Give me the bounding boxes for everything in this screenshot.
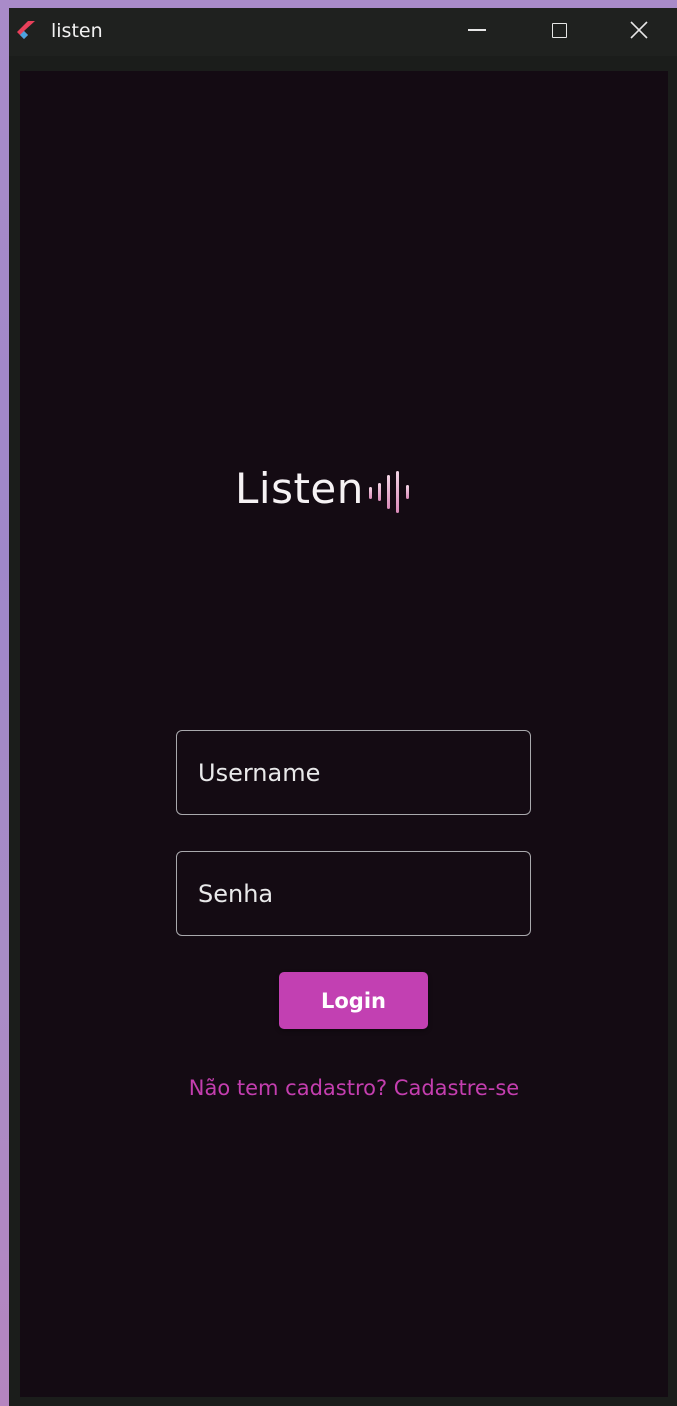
audio-wave-icon	[368, 471, 409, 513]
window-title: listen	[51, 20, 103, 42]
minimize-icon	[468, 29, 486, 31]
app-window: listen Listen Username Login Não tem cad…	[9, 8, 677, 1406]
maximize-icon	[551, 22, 567, 38]
flutter-logo-icon	[17, 21, 35, 39]
title-bar[interactable]: listen	[9, 8, 677, 56]
logo-text: Listen	[235, 464, 364, 513]
app-logo: Listen	[235, 449, 423, 529]
minimize-button[interactable]	[437, 8, 517, 52]
signup-link[interactable]: Não tem cadastro? Cadastre-se	[20, 1076, 677, 1100]
login-screen: Listen Login Não tem cad	[20, 71, 668, 1397]
username-input[interactable]	[177, 731, 530, 814]
username-field[interactable]	[176, 730, 531, 815]
close-icon	[630, 21, 648, 39]
close-button[interactable]	[601, 8, 677, 52]
password-field[interactable]	[176, 851, 531, 936]
login-button[interactable]: Login	[279, 972, 428, 1029]
maximize-button[interactable]	[519, 8, 599, 52]
password-input[interactable]	[177, 852, 530, 935]
